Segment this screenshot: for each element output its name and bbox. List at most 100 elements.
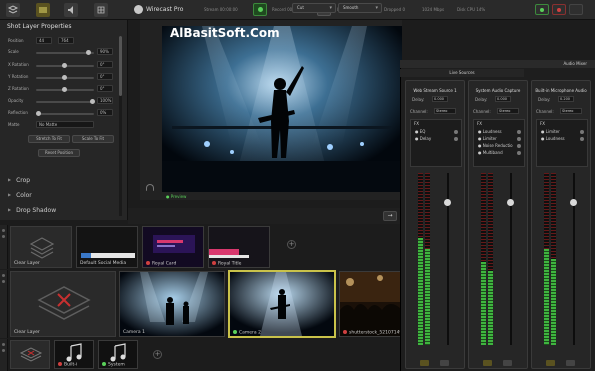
section-color[interactable]: Color	[8, 192, 32, 199]
add-audio-shot-button[interactable]: +	[153, 350, 162, 359]
delay-field[interactable]: 0.000	[495, 96, 511, 102]
transition-cut-select[interactable]: Cut	[292, 3, 336, 13]
scale-field[interactable]: 90%	[97, 48, 113, 55]
position-x-field[interactable]: 44	[36, 37, 52, 44]
matte-label: Matte	[8, 122, 20, 127]
layer-row-handle-3[interactable]	[0, 339, 8, 371]
properties-scrollbar[interactable]	[119, 36, 122, 216]
delay-field[interactable]: 0.200	[558, 96, 574, 102]
z-rotation-label: Z Rotation	[8, 86, 29, 91]
channel-select[interactable]: Stereo	[560, 108, 582, 114]
headphones-icon[interactable]	[503, 360, 512, 366]
shot-clear-layer-3[interactable]	[10, 340, 50, 369]
shot-system-audio[interactable]: System	[98, 340, 138, 369]
grid-icon[interactable]	[94, 3, 108, 17]
shot-built-in-audio[interactable]: Built-i	[54, 340, 94, 369]
shot-label: Royal Card	[146, 260, 176, 266]
live-toggle[interactable]	[535, 4, 549, 15]
shot-default-social-media[interactable]: Default Social Media	[76, 226, 138, 268]
channel-select[interactable]: Stereo	[434, 108, 456, 114]
matte-select[interactable]: No Matte	[36, 121, 94, 128]
add-shot-button[interactable]: +	[287, 240, 296, 249]
fx-item[interactable]: ● Loudness	[541, 136, 565, 141]
volume-fader-knob[interactable]	[570, 199, 577, 206]
shot-clear-layer-2[interactable]: Clear Layer	[10, 271, 116, 337]
fx-toggle-icon[interactable]	[517, 137, 521, 141]
fx-item[interactable]: ● Limiter	[541, 129, 560, 134]
y-rotation-slider[interactable]	[36, 75, 94, 80]
x-rotation-label: X Rotation	[8, 62, 29, 67]
speaker-icon[interactable]	[483, 360, 492, 366]
opacity-field[interactable]: 100%	[97, 97, 113, 104]
volume-fader-knob[interactable]	[507, 199, 514, 206]
fx-item[interactable]: ● Delay	[415, 136, 431, 141]
live-sources-tab[interactable]: Live Sources	[400, 69, 524, 77]
scale-to-fit-button[interactable]: Scale To Fit	[72, 135, 114, 143]
status-dot	[146, 260, 150, 265]
fx-toggle-icon[interactable]	[517, 130, 521, 134]
z-rotation-slider[interactable]	[36, 87, 94, 92]
window-menu-button[interactable]	[569, 4, 583, 15]
delay-field[interactable]: 0.000	[432, 96, 448, 102]
audio-icon[interactable]	[64, 3, 78, 17]
stream-button[interactable]	[253, 3, 267, 16]
cpu-stat: Disk CPU 14%	[457, 7, 486, 12]
opacity-slider[interactable]	[36, 99, 95, 104]
layer-row-handle-2[interactable]	[0, 270, 8, 338]
shot-clear-layer-1[interactable]: Clear Layer	[10, 226, 72, 268]
properties-icon[interactable]	[36, 3, 50, 17]
fx-item[interactable]: ● Multiband	[478, 150, 503, 155]
fx-item[interactable]: ● Noise Reductio	[478, 143, 513, 148]
position-label: Position	[8, 38, 24, 43]
section-drop-shadow[interactable]: Drop Shadow	[8, 207, 56, 214]
level-meter-right	[425, 173, 430, 345]
z-rotation-knob[interactable]	[62, 87, 67, 92]
headphones-icon[interactable]	[440, 360, 449, 366]
y-rotation-field[interactable]: 0°	[97, 73, 113, 80]
fx-toggle-icon[interactable]	[454, 130, 458, 134]
fx-toggle-icon[interactable]	[454, 137, 458, 141]
fx-item[interactable]: ● Loudness	[478, 129, 502, 134]
headphones-icon[interactable]	[566, 360, 575, 366]
reflection-knob[interactable]	[36, 111, 41, 116]
shot-shutterstock[interactable]: shutterstock_52107149	[339, 271, 401, 337]
go-arrow-button[interactable]: →	[383, 211, 397, 221]
fx-toggle-icon[interactable]	[580, 130, 584, 134]
z-rotation-field[interactable]: 0°	[97, 85, 113, 92]
headphones-icon[interactable]	[146, 184, 154, 191]
transition-smooth-select[interactable]: Smooth	[338, 3, 382, 13]
opacity-knob[interactable]	[90, 99, 95, 104]
x-rotation-field[interactable]: 0°	[97, 61, 113, 68]
reflection-field[interactable]: 0%	[97, 109, 113, 116]
reflection-slider[interactable]	[36, 111, 94, 116]
x-rotation-knob[interactable]	[62, 63, 67, 68]
fx-item[interactable]: ● Limiter	[478, 136, 497, 141]
scale-knob[interactable]	[86, 50, 91, 55]
level-meter-right	[551, 173, 556, 345]
reset-position-button[interactable]: Reset Position	[38, 149, 80, 157]
record-toggle[interactable]	[552, 4, 566, 15]
speaker-icon[interactable]	[546, 360, 555, 366]
stretch-to-fit-button[interactable]: Stretch To Fit	[28, 135, 70, 143]
fx-item[interactable]: ● EQ	[415, 129, 425, 134]
shot-camera-1[interactable]: Camera 1	[119, 271, 225, 337]
fx-toggle-icon[interactable]	[517, 151, 521, 155]
speaker-icon[interactable]	[420, 360, 429, 366]
layer-row-handle-1[interactable]	[0, 225, 8, 269]
position-y-field[interactable]: 764	[58, 37, 74, 44]
channel-select[interactable]: Stereo	[497, 108, 519, 114]
fx-toggle-icon[interactable]	[517, 144, 521, 148]
section-crop[interactable]: Crop	[8, 177, 30, 184]
fx-toggle-icon[interactable]	[580, 137, 584, 141]
x-rotation-slider[interactable]	[36, 63, 94, 68]
shot-royal-card[interactable]: Royal Card	[142, 226, 204, 268]
y-rotation-knob[interactable]	[62, 75, 67, 80]
preview-canvas	[162, 26, 402, 192]
layers-icon[interactable]	[6, 3, 20, 17]
shot-royal-title[interactable]: Royal Title	[208, 226, 270, 268]
shot-camera-2[interactable]: Camera 2	[228, 270, 336, 338]
scale-slider[interactable]	[36, 50, 94, 55]
fx-list: FX ● Limiter ● Loudness	[536, 119, 588, 167]
volume-fader-knob[interactable]	[444, 199, 451, 206]
level-meter-left	[544, 173, 549, 345]
